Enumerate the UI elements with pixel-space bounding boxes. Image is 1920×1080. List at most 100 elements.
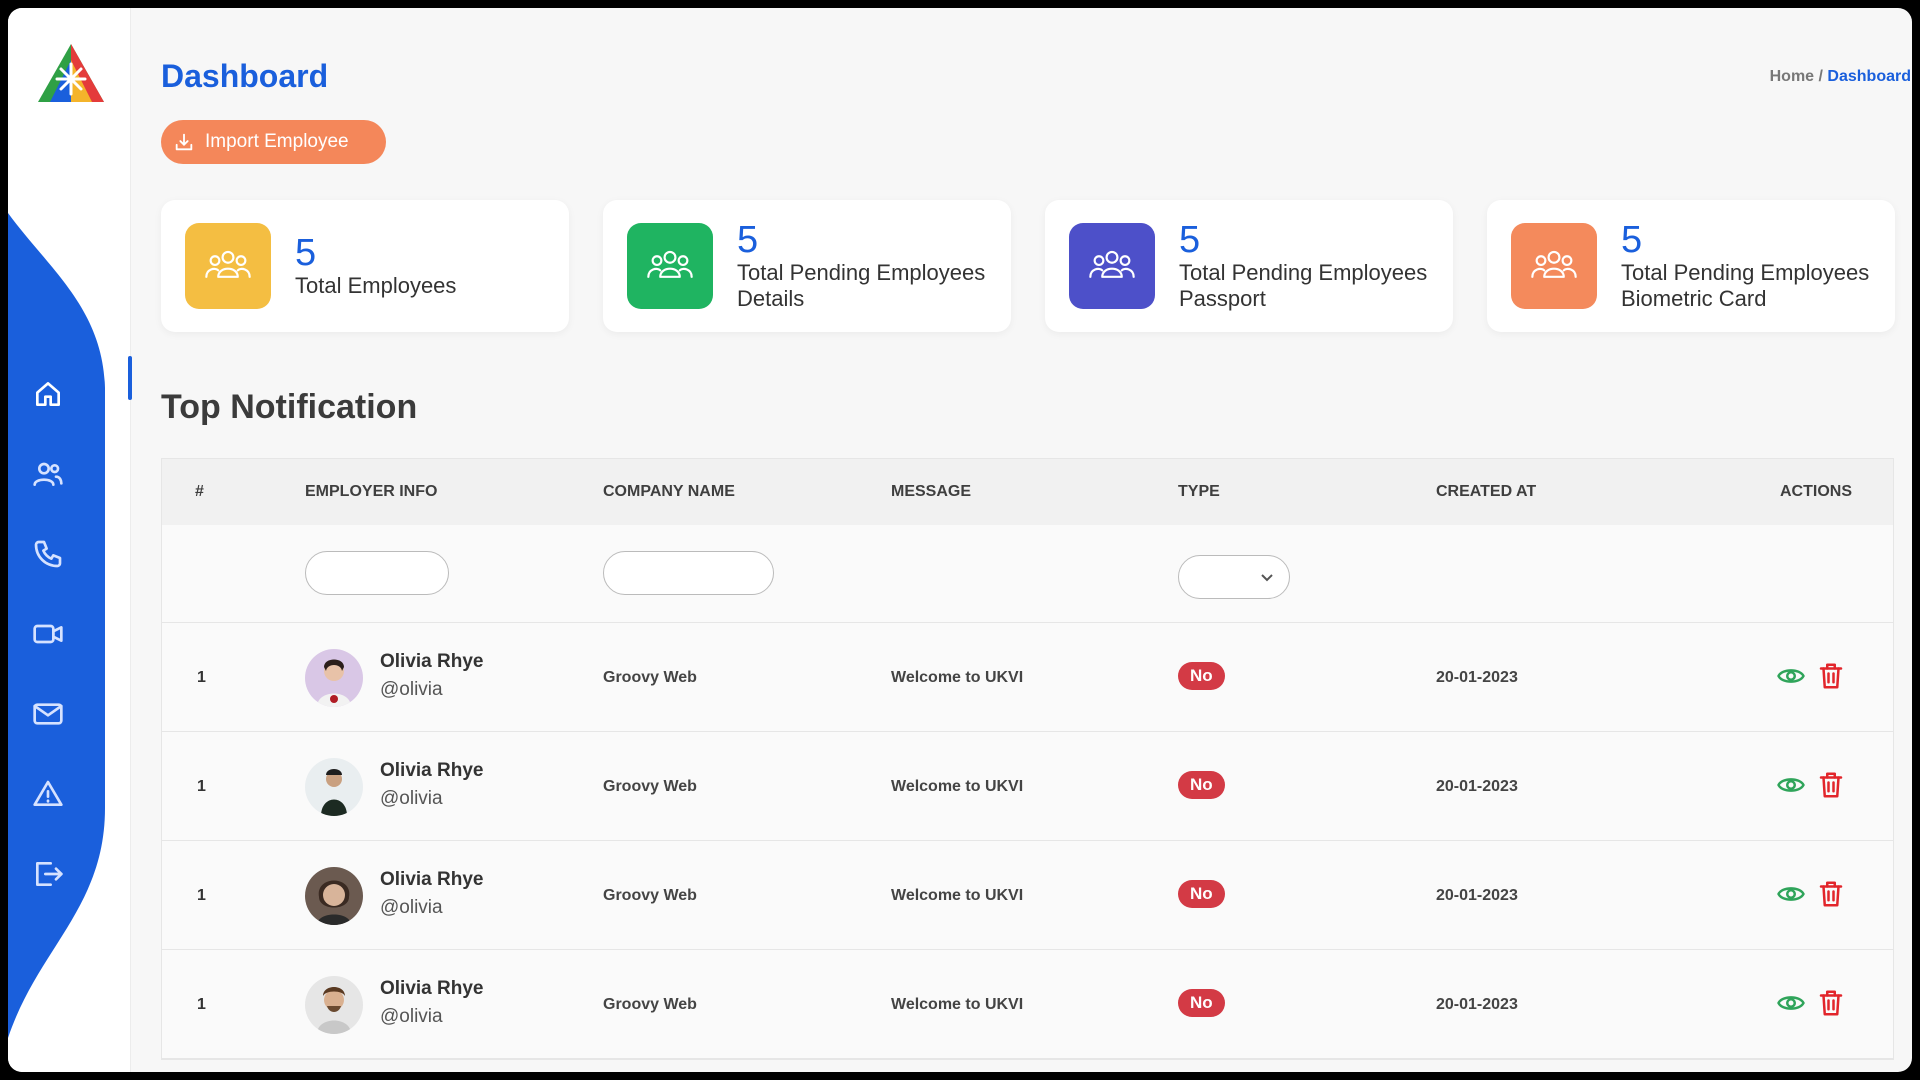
mail-icon [33, 703, 63, 725]
delete-button[interactable] [1816, 661, 1846, 691]
stat-cards: 5 Total Employees 5 Total Pending Employ… [161, 200, 1895, 332]
trash-icon [1819, 881, 1843, 907]
company-name: Groovy Web [603, 669, 697, 686]
table-row: 1 Olivia Rhye @olivia Groovy Web Welcome… [162, 732, 1893, 841]
stat-card-total-employees[interactable]: 5 Total Employees [161, 200, 569, 332]
card-count: 5 [1179, 219, 1201, 261]
eye-icon [1777, 669, 1805, 683]
column-header-created-at[interactable]: CREATED AT [1436, 483, 1536, 501]
type-badge: No [1178, 662, 1225, 690]
employee-handle: @olivia [380, 788, 443, 809]
message-text: Welcome to UKVI [891, 669, 1024, 686]
card-icon-bg [185, 223, 271, 309]
sidebar-item-home[interactable] [8, 354, 88, 434]
delete-button[interactable] [1816, 988, 1846, 1018]
employee-name: Olivia Rhye [380, 651, 484, 672]
group-icon [1531, 250, 1577, 278]
view-button[interactable] [1776, 879, 1806, 909]
breadcrumb-separator: / [1814, 68, 1828, 85]
import-employee-label: Import Employee [205, 131, 349, 152]
breadcrumb-current: Dashboard [1827, 68, 1911, 85]
logout-icon [36, 862, 63, 886]
card-text: 5 Total Pending Employees Passport [1179, 220, 1449, 312]
sidebar-item-video[interactable] [8, 594, 88, 674]
stat-card-pending-details[interactable]: 5 Total Pending Employees Details [603, 200, 1011, 332]
delete-button[interactable] [1816, 770, 1846, 800]
type-filter-select[interactable] [1178, 555, 1290, 599]
breadcrumb: Home / Dashboard [1770, 68, 1911, 86]
group-icon [647, 250, 693, 278]
column-header-message[interactable]: MESSAGE [891, 483, 971, 501]
group-icon [1089, 250, 1135, 278]
created-date: 20-01-2023 [1436, 669, 1518, 686]
card-icon-bg [627, 223, 713, 309]
employee-handle: @olivia [380, 679, 443, 700]
card-label: Total Pending Employees Passport [1179, 260, 1428, 311]
sidebar [8, 8, 131, 1072]
eye-icon [1777, 778, 1805, 792]
phone-icon [34, 540, 62, 568]
sidebar-item-logout[interactable] [8, 834, 88, 914]
row-number: 1 [197, 996, 206, 1013]
company-name: Groovy Web [603, 887, 697, 904]
created-date: 20-01-2023 [1436, 887, 1518, 904]
employer-filter-input[interactable] [305, 551, 449, 595]
column-header-company-name[interactable]: COMPANY NAME [603, 483, 735, 501]
download-icon [175, 133, 193, 151]
app-logo [38, 44, 104, 102]
employee-name: Olivia Rhye [380, 978, 484, 999]
import-employee-button[interactable]: Import Employee [161, 120, 386, 164]
card-icon-bg [1069, 223, 1155, 309]
message-text: Welcome to UKVI [891, 996, 1024, 1013]
sidebar-item-mail[interactable] [8, 674, 88, 754]
employee-handle: @olivia [380, 1006, 443, 1027]
sidebar-item-calls[interactable] [8, 514, 88, 594]
sidebar-item-users[interactable] [8, 434, 88, 514]
active-nav-indicator [128, 356, 132, 400]
chevron-down-icon [1261, 574, 1273, 582]
company-name: Groovy Web [603, 778, 697, 795]
column-header-type[interactable]: TYPE [1178, 483, 1220, 501]
table-row: 1 Olivia Rhye @olivia Groovy Web Welcome… [162, 950, 1893, 1059]
column-header-number: # [195, 483, 204, 500]
company-name: Groovy Web [603, 996, 697, 1013]
warning-icon [33, 780, 63, 806]
eye-icon [1777, 996, 1805, 1010]
type-badge: No [1178, 880, 1225, 908]
employee-name: Olivia Rhye [380, 869, 484, 890]
filter-row [162, 525, 1893, 623]
card-text: 5 Total Employees [295, 233, 456, 299]
sidebar-item-alerts[interactable] [8, 754, 88, 834]
trash-icon [1819, 663, 1843, 689]
card-label: Total Pending Employees Biometric Card [1621, 260, 1870, 311]
avatar [305, 758, 363, 816]
stat-card-pending-passport[interactable]: 5 Total Pending Employees Passport [1045, 200, 1453, 332]
card-count: 5 [1621, 219, 1643, 261]
delete-button[interactable] [1816, 879, 1846, 909]
card-label: Total Pending Employees Details [737, 260, 986, 311]
group-icon [205, 250, 251, 278]
column-header-employer-info[interactable]: EMPLOYER INFO [305, 483, 437, 501]
notification-table: # EMPLOYER INFO COMPANY NAME MESSAGE TYP… [161, 458, 1894, 1060]
view-button[interactable] [1776, 770, 1806, 800]
type-badge: No [1178, 989, 1225, 1017]
created-date: 20-01-2023 [1436, 778, 1518, 795]
section-title: Top Notification [161, 388, 418, 426]
page-title: Dashboard [161, 58, 329, 94]
table-header: # EMPLOYER INFO COMPANY NAME MESSAGE TYP… [162, 459, 1893, 525]
type-badge: No [1178, 771, 1225, 799]
avatar [305, 649, 363, 707]
card-count: 5 [295, 232, 317, 274]
company-filter-input[interactable] [603, 551, 774, 595]
trash-icon [1819, 990, 1843, 1016]
card-label: Total Employees [295, 273, 457, 298]
breadcrumb-home[interactable]: Home [1770, 68, 1814, 85]
view-button[interactable] [1776, 661, 1806, 691]
table-row: 1 Olivia Rhye @olivia Groovy Web Welcome… [162, 623, 1893, 732]
row-number: 1 [197, 887, 206, 904]
row-number: 1 [197, 669, 206, 686]
employee-name: Olivia Rhye [380, 760, 484, 781]
view-button[interactable] [1776, 988, 1806, 1018]
eye-icon [1777, 887, 1805, 901]
stat-card-pending-biometric[interactable]: 5 Total Pending Employees Biometric Card [1487, 200, 1895, 332]
